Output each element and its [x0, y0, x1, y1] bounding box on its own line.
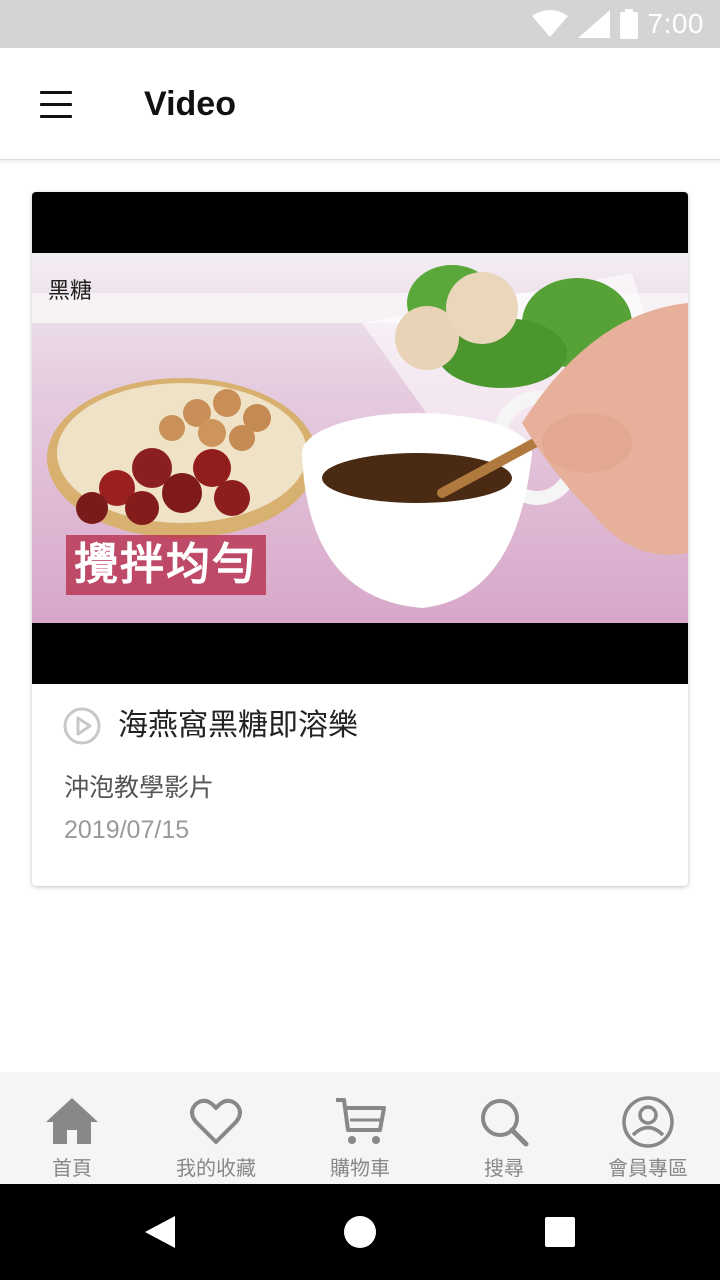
back-icon[interactable] [136, 1208, 184, 1256]
nav-item-favorites[interactable]: 我的收藏 [144, 1072, 288, 1184]
card-body: 海燕窩黑糖即溶樂 沖泡教學影片 2019/07/15 [32, 684, 688, 886]
status-icons: 7:00 [531, 8, 705, 40]
status-time: 7:00 [647, 8, 704, 39]
bottom-nav: 首頁 我的收藏 購物車 搜尋 會員專區 [0, 1072, 720, 1184]
home-circle-icon[interactable] [336, 1208, 384, 1256]
heart-icon [190, 1098, 242, 1144]
home-icon [46, 1098, 98, 1144]
wifi-icon [531, 10, 568, 37]
thumbnail-image: 黑糖 攪拌均勻 [32, 253, 688, 623]
page-title: Video [144, 85, 236, 123]
search-icon [481, 1099, 529, 1147]
nav-label: 我的收藏 [176, 1156, 256, 1180]
thumbnail-logo: 黑糖 [48, 279, 93, 304]
play-circle-icon[interactable] [62, 706, 102, 746]
nav-item-member[interactable]: 會員專區 [576, 1072, 720, 1184]
nav-label: 首頁 [52, 1156, 92, 1180]
battery-icon [619, 9, 638, 39]
thumbnail-caption: 攪拌均勻 [66, 535, 266, 595]
video-card[interactable]: 黑糖 攪拌均勻 海燕窩黑糖即溶樂 沖泡教學影片 2019/07/15 [32, 192, 688, 886]
status-bar: 7:00 [0, 0, 720, 48]
recents-icon[interactable] [536, 1208, 584, 1256]
nav-item-search[interactable]: 搜尋 [432, 1072, 576, 1184]
video-date: 2019/07/15 [64, 816, 190, 844]
user-circle-icon [622, 1096, 674, 1148]
nav-item-cart[interactable]: 購物車 [288, 1072, 432, 1184]
nav-label: 會員專區 [608, 1156, 688, 1180]
video-thumbnail[interactable]: 黑糖 攪拌均勻 [32, 192, 688, 684]
title-row: 海燕窩黑糖即溶樂 [62, 706, 358, 746]
app-bar: Video [0, 48, 720, 160]
hamburger-menu-icon[interactable] [24, 76, 88, 132]
nav-label: 搜尋 [484, 1156, 524, 1180]
video-title[interactable]: 海燕窩黑糖即溶樂 [118, 706, 358, 746]
cart-icon [336, 1098, 386, 1144]
nav-label: 購物車 [330, 1156, 390, 1180]
nav-item-home[interactable]: 首頁 [0, 1072, 144, 1184]
system-nav-bar [0, 1184, 720, 1280]
cell-signal-icon [577, 10, 610, 38]
video-subtitle: 沖泡教學影片 [64, 773, 215, 802]
